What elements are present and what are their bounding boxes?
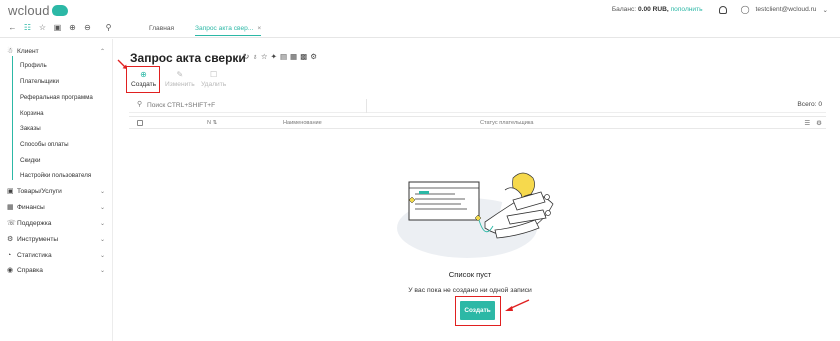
edit-action-label: Изменить [165,81,195,88]
delete-icon: ☐ [210,70,218,79]
sidebar-item-profile[interactable]: Профиль [20,62,47,69]
minus-circle-icon[interactable]: ⊖ [83,23,92,32]
print-icon[interactable]: ▩ [300,52,307,61]
column-header-status[interactable]: Статус плательщика [480,120,534,126]
sidebar-item-label: Клиент [17,47,39,55]
back-arrow-icon[interactable]: ← [8,23,17,32]
tree-icon[interactable]: ☷ [23,23,32,32]
topup-link[interactable]: пополнить [671,6,703,13]
top-bar: wcloud Баланс: 0.00 RUB, пополнить ◯ tes… [0,0,840,20]
search-input[interactable] [147,100,357,111]
sidebar-item-client[interactable]: ☃ Клиент ⌃ [7,44,107,58]
table-header: N ⇅ Наименование Статус плательщика ☰ ⚙ [129,116,826,129]
tab-home[interactable]: Главная [149,25,174,32]
gear-icon: ⚙ [7,236,14,243]
chevron-down-icon[interactable]: ⌄ [100,220,105,227]
box-icon: ▣ [7,188,14,195]
sidebar-item-user-settings[interactable]: Настройки пользователя [20,172,91,179]
sidebar-item-referral[interactable]: Реферальная программа [20,94,93,101]
chevron-down-icon[interactable]: ⌄ [100,204,105,211]
sidebar-item-label: Поддержка [17,219,52,227]
user-email[interactable]: testclient@wcloud.ru [756,6,817,13]
create-action-button[interactable]: ⊕ Создать [131,70,156,88]
star-icon[interactable]: ☆ [261,52,268,61]
sidebar-item-label: Финансы [17,203,45,211]
annotation-arrow [505,299,530,311]
logo[interactable]: wcloud [8,3,68,18]
sidebar-item-tools[interactable]: ⚙ Инструменты ⌄ [7,232,107,246]
sidebar-item-orders[interactable]: Заказы [20,125,41,132]
sidebar-item-payment-methods[interactable]: Способы оплаты [20,141,69,148]
settings-icon[interactable]: ⚙ [816,119,822,127]
sidebar-item-statistics[interactable]: ◔ Статистика ⌄ [7,248,107,262]
create-button[interactable]: Создать [460,301,495,320]
chevron-down-icon[interactable]: ⌄ [100,188,105,195]
tab-bar: ← ☷ ☆ ▣ ⊕ ⊖ ⚲ Главная Запрос акта свер..… [0,20,840,38]
column-header-name[interactable]: Наименование [283,120,322,126]
balance-value: 0.00 RUB, [637,6,669,13]
sidebar-item-label: Статистика [17,251,52,259]
support-icon: ☏ [7,220,16,227]
globe-icon[interactable]: ♁ [252,52,258,61]
delete-action-label: Удалить [201,81,227,88]
divider [366,99,367,113]
chevron-down-icon[interactable]: ⌄ [100,252,105,259]
empty-state-title: Список пуст [448,270,492,279]
add-circle-icon[interactable]: ⊕ [68,23,77,32]
refresh-icon[interactable]: ↻ [243,52,249,61]
page-title: Запрос акта сверки [130,51,246,65]
account-area: Баланс: 0.00 RUB, пополнить ◯ testclient… [612,5,828,14]
chevron-down-icon[interactable]: ⌄ [822,6,828,14]
sidebar-item-discounts[interactable]: Скидки [20,157,40,164]
sidebar-item-payers[interactable]: Плательщики [20,78,59,85]
column-header-number[interactable]: N ⇅ [207,120,217,126]
pin-icon[interactable]: ✦ [271,52,277,61]
wallet-icon: ▦ [7,204,14,211]
edit-icon: ✎ [176,70,184,79]
sidebar-item-goods[interactable]: ▣ Товары/Услуги ⌄ [7,184,107,198]
star-icon[interactable]: ☆ [38,23,47,32]
export-icon[interactable]: ▦ [290,52,297,61]
annotation-box: Создать [455,296,501,326]
total-count: Всего: 0 [797,101,822,108]
search-bar: ⚲ Всего: 0 [129,99,826,113]
cloud-logo-icon [51,5,68,16]
chevron-down-icon[interactable]: ⌄ [100,236,105,243]
document-icon[interactable]: ▤ [280,52,287,61]
user-icon: ☃ [7,48,14,55]
sidebar-item-cart[interactable]: Корзина [20,110,44,117]
box-icon[interactable]: ▣ [53,23,62,32]
sidebar-item-support[interactable]: ☏ Поддержка ⌄ [7,216,107,230]
sidebar-item-label: Инструменты [17,235,59,243]
balance-label: Баланс: 0.00 RUB, пополнить [611,6,703,13]
edit-action-button[interactable]: ✎ Изменить [165,70,195,88]
empty-state-subtitle: У вас пока не создано ни одной записи [408,287,532,294]
chart-icon: ◔ [7,251,12,259]
delete-action-button[interactable]: ☐ Удалить [201,70,226,88]
search-icon[interactable]: ⚲ [104,23,113,32]
settings-icon[interactable]: ⚙ [310,52,317,61]
empty-state-illustration [397,172,554,258]
title-toolbar: ↻ ♁ ☆ ✦ ▤ ▦ ▩ ⚙ [243,52,317,61]
search-icon: ⚲ [137,101,143,108]
select-all-checkbox[interactable] [137,120,143,126]
quick-tools: ← ☷ ☆ ▣ ⊕ ⊖ ⚲ [8,23,113,32]
submenu-indicator [12,56,13,180]
sidebar-item-finance[interactable]: ▦ Финансы ⌄ [7,200,107,214]
user-icon: ◯ [740,5,750,14]
tab-reconciliation-request[interactable]: Запрос акта свер... × [195,25,262,36]
support-headset-icon[interactable] [718,5,727,14]
create-action-label: Создать [131,81,157,88]
sidebar-item-label: Товары/Услуги [17,187,62,195]
add-circle-icon: ⊕ [140,70,147,79]
close-tab-icon[interactable]: × [257,25,261,32]
columns-icon[interactable]: ☰ [804,119,810,127]
chevron-up-icon[interactable]: ⌃ [100,48,105,55]
sort-icon[interactable]: ⇅ [211,120,218,126]
table-tools: ☰ ⚙ [804,119,822,127]
